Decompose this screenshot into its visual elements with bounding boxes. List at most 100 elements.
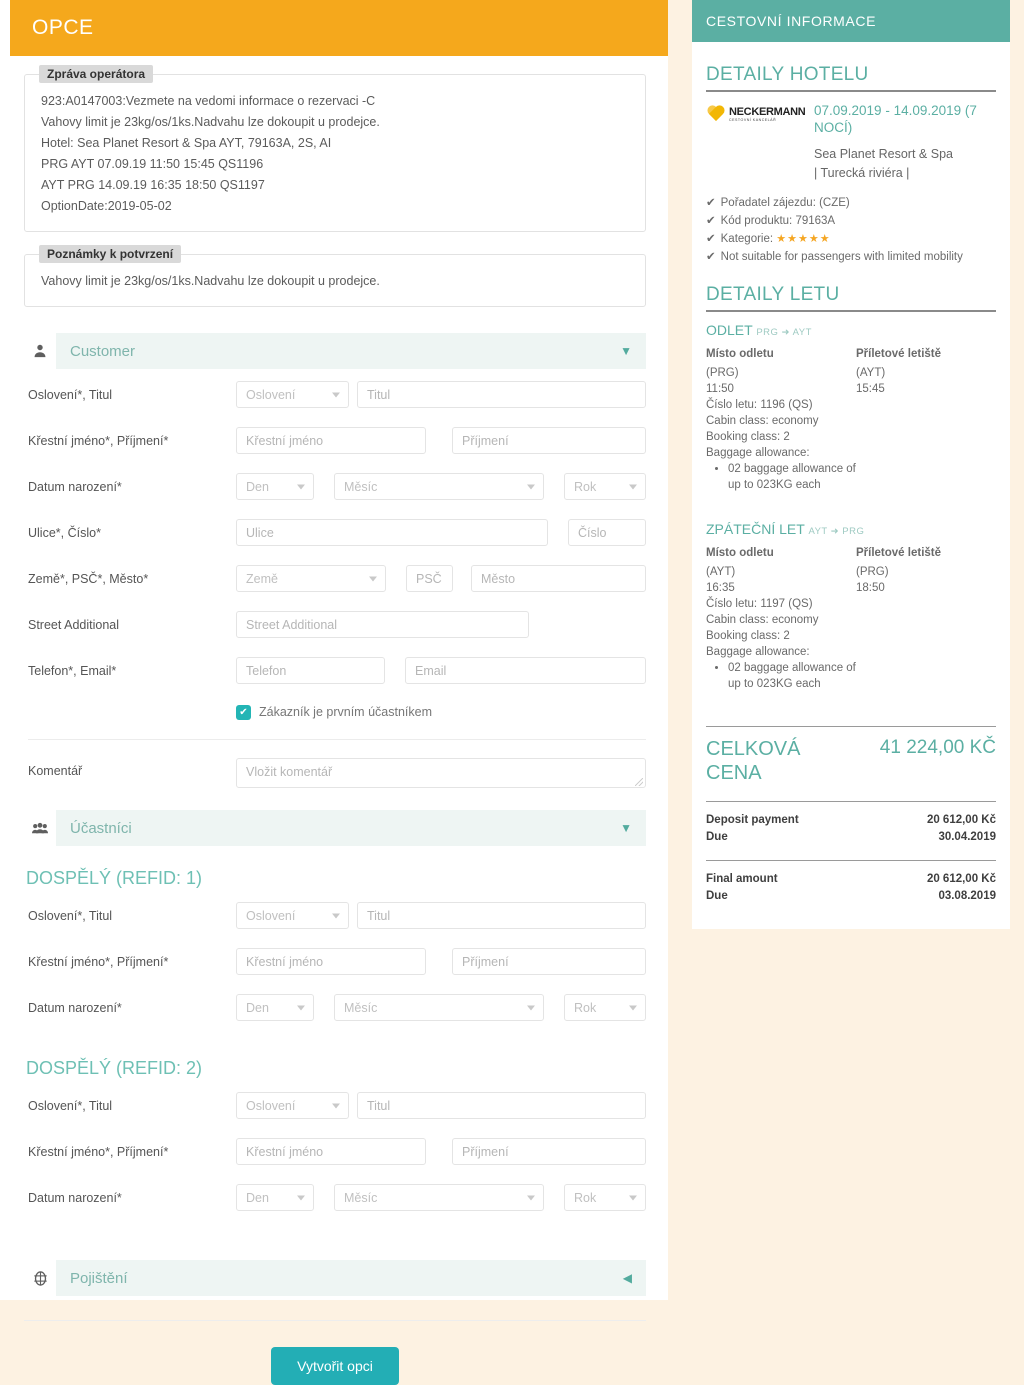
booking-class: Booking class: 2 xyxy=(706,630,790,642)
departure-code: (AYT) xyxy=(706,566,736,578)
section-header-participants[interactable]: Účastníci ▼ xyxy=(24,810,646,846)
deposit-due-value: 30.04.2019 xyxy=(938,831,996,843)
label-street-additional: Street Additional xyxy=(28,617,120,632)
title-input[interactable]: Titul xyxy=(357,1092,646,1119)
dob-year-select[interactable]: Rok xyxy=(564,1184,646,1211)
participant-heading: DOSPĚLÝ (REFID: 2) xyxy=(26,1058,203,1078)
dob-month-select[interactable]: Měsíc xyxy=(334,994,544,1021)
form-row-dob: Datum narození* Den Měsíc Rok xyxy=(24,987,646,1028)
salutation-select[interactable]: Oslovení xyxy=(236,381,349,408)
lifebuoy-icon xyxy=(24,1260,56,1296)
firstname-input[interactable]: Křestní jméno xyxy=(236,427,426,454)
final-value: 20 612,00 Kč xyxy=(926,873,996,885)
travel-info-body: DETAILY HOTELU NECKERMANN CESTOVNÍ KANCE… xyxy=(692,42,1010,726)
create-option-button[interactable]: Vytvořit opci xyxy=(271,1347,399,1385)
section-header-customer[interactable]: Customer ▼ xyxy=(24,333,646,369)
street-additional-input[interactable]: Street Additional xyxy=(236,611,529,638)
firstname-input[interactable]: Křestní jméno xyxy=(236,1138,426,1165)
operator-message-line: 923:A0147003:Vezmete na vedomi informace… xyxy=(41,94,376,108)
departure-header: Místo odletu xyxy=(706,547,774,559)
confirmation-notes-line: Vahovy limit je 23kg/os/1ks.Nadvahu lze … xyxy=(41,274,380,288)
flight-details-heading: DETAILY LETU xyxy=(706,284,840,305)
phone-input[interactable]: Telefon xyxy=(236,657,385,684)
title-input[interactable]: Titul xyxy=(357,381,646,408)
list-item: ✔ Pořadatel zájezdu: (CZE) xyxy=(706,197,850,209)
salutation-select[interactable]: Oslovení xyxy=(236,902,349,929)
operator-message-box: Zpráva operátora 923:A0147003:Vezmete na… xyxy=(24,65,646,232)
route-label: AYT ➜ PRG xyxy=(808,526,865,537)
total-price-row: CELKOVÁ CENA 41 224,00 KČ xyxy=(706,727,996,801)
chevron-down-icon xyxy=(527,484,535,489)
zip-input[interactable]: PSČ xyxy=(406,565,453,592)
comment-textarea[interactable]: Vložit komentář xyxy=(236,758,646,788)
submit-row: Vytvořit opci xyxy=(24,1347,646,1385)
final-due-value: 03.08.2019 xyxy=(938,890,996,902)
brand-subtitle: CESTOVNÍ KANCELÁŘ xyxy=(729,118,777,122)
final-due-label: Due xyxy=(706,890,728,902)
deposit-value: 20 612,00 Kč xyxy=(926,814,996,826)
resize-grip-icon[interactable] xyxy=(635,778,643,786)
travel-info-header: CESTOVNÍ INFORMACE xyxy=(692,0,1010,42)
street-input[interactable]: Ulice xyxy=(236,519,548,546)
form-row-street-additional: Street Additional Street Additional xyxy=(24,604,646,645)
list-item: ✔ Kód produktu: 79163A xyxy=(706,215,836,227)
chevron-down-icon xyxy=(297,484,305,489)
operator-message-line: Vahovy limit je 23kg/os/1ks.Nadvahu lze … xyxy=(41,115,380,129)
total-price-value: 41 224,00 KČ xyxy=(879,737,996,758)
neckermann-logo: NECKERMANN CESTOVNÍ KANCELÁŘ xyxy=(706,102,806,123)
page-header: OPCE xyxy=(10,0,668,56)
lastname-input[interactable]: Příjmení xyxy=(452,948,646,975)
chevron-down-icon[interactable]: ▼ xyxy=(620,344,632,358)
dob-day-select[interactable]: Den xyxy=(236,1184,314,1211)
list-item: ✔ Kategorie: ★★★★★ xyxy=(706,233,831,245)
flight-number: Číslo letu: 1196 (QS) xyxy=(706,399,813,411)
country-select[interactable]: Země xyxy=(236,565,386,592)
arrival-time: 15:45 xyxy=(856,383,885,395)
check-icon: ✔ xyxy=(706,215,716,227)
form-row-country: Země*, PSČ*, Město* Země PSČ Město xyxy=(24,558,646,599)
list-item: 02 baggage allowance of up to 023KG each xyxy=(728,461,856,493)
baggage-list: 02 baggage allowance of up to 023KG each xyxy=(706,461,856,493)
confirmation-notes-box: Poznámky k potvrzení Vahovy limit je 23k… xyxy=(24,245,646,307)
main-content-panel: OPCE Zpráva operátora 923:A0147003:Vezme… xyxy=(0,0,668,1385)
flight-leg-title-return: ZPÁTEČNÍ LET AYT ➜ PRG xyxy=(706,521,865,537)
chevron-down-icon[interactable]: ▼ xyxy=(620,821,632,835)
email-input[interactable]: Email xyxy=(405,657,646,684)
salutation-select[interactable]: Oslovení xyxy=(236,1092,349,1119)
dob-year-select[interactable]: Rok xyxy=(564,473,646,500)
dob-month-select[interactable]: Měsíc xyxy=(334,473,544,500)
operator-message-line: Hotel: Sea Planet Resort & Spa AYT, 7916… xyxy=(41,136,332,150)
heart-icon xyxy=(706,105,726,122)
section-header-insurance[interactable]: Pojištění ◀ xyxy=(24,1260,646,1296)
baggage-label: Baggage allowance: xyxy=(706,646,810,658)
hotel-name: Sea Planet Resort & Spa xyxy=(814,147,953,161)
baggage-list: 02 baggage allowance of up to 023KG each xyxy=(706,660,856,692)
city-input[interactable]: Město xyxy=(471,565,646,592)
form-row-contact: Telefon*, Email* Telefon Email xyxy=(24,650,646,691)
chevron-down-icon xyxy=(629,484,637,489)
first-participant-label: Zákazník je prvním účastníkem xyxy=(259,705,432,719)
section-title-customer: Customer xyxy=(70,342,136,360)
form-row-first-participant: ✔ Zákazník je prvním účastníkem xyxy=(24,695,646,729)
flight-leg-return: Místo odletu (AYT) 16:35 Číslo letu: 119… xyxy=(706,545,996,692)
form-row-salutation: Oslovení*, Titul Oslovení Titul xyxy=(24,1085,646,1126)
participant-heading: DOSPĚLÝ (REFID: 1) xyxy=(26,868,203,888)
divider xyxy=(28,739,646,740)
street-number-input[interactable]: Číslo xyxy=(568,519,646,546)
title-input[interactable]: Titul xyxy=(357,902,646,929)
label-name: Křestní jméno*, Příjmení* xyxy=(28,954,169,969)
flight-number: Číslo letu: 1197 (QS) xyxy=(706,598,813,610)
list-item: 02 baggage allowance of up to 023KG each xyxy=(728,660,856,692)
lastname-input[interactable]: Příjmení xyxy=(452,1138,646,1165)
firstname-input[interactable]: Křestní jméno xyxy=(236,948,426,975)
route-label: PRG ➜ AYT xyxy=(756,327,812,338)
user-icon xyxy=(24,333,56,369)
chevron-left-icon[interactable]: ◀ xyxy=(623,1271,632,1285)
dob-day-select[interactable]: Den xyxy=(236,994,314,1021)
dob-month-select[interactable]: Měsíc xyxy=(334,1184,544,1211)
dob-day-select[interactable]: Den xyxy=(236,473,314,500)
lastname-input[interactable]: Příjmení xyxy=(452,427,646,454)
dob-year-select[interactable]: Rok xyxy=(564,994,646,1021)
baggage-label: Baggage allowance: xyxy=(706,447,810,459)
first-participant-checkbox[interactable]: ✔ xyxy=(236,704,251,720)
